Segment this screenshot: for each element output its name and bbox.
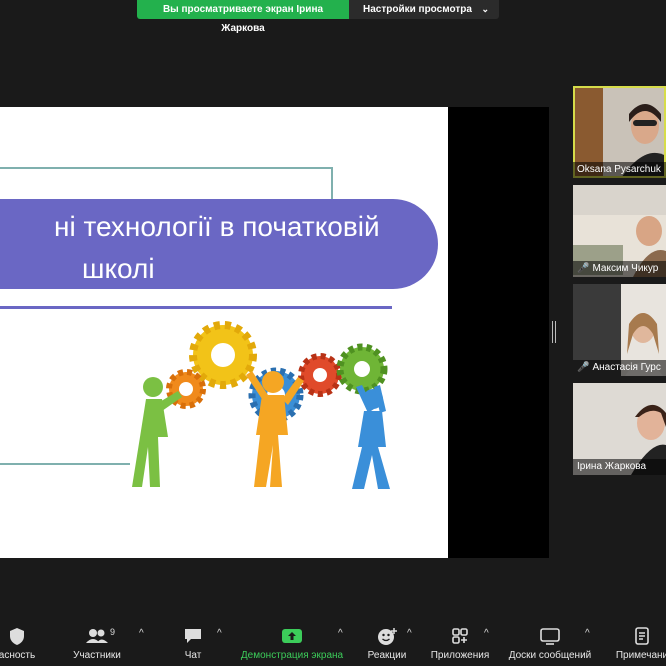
whiteboards-label: Доски сообщений	[508, 650, 592, 661]
mic-muted-icon: 🎤	[577, 263, 590, 274]
gears-teamwork-illustration	[132, 321, 390, 489]
people-icon	[86, 629, 108, 643]
security-label: асность	[0, 650, 36, 661]
participant-tile[interactable]: Oksana Pysarchuk	[573, 86, 666, 178]
slide-title-line1: ні технології в початковій	[54, 211, 380, 242]
participant-tile[interactable]: 🎤 Максим Чикур	[573, 185, 666, 277]
shield-icon	[10, 628, 24, 645]
apps-icon	[452, 628, 468, 644]
share-screen-label: Демонстрация экрана	[240, 650, 344, 661]
participants-label: Участники	[73, 650, 121, 661]
participant-name: Анастасія Гурс	[592, 362, 661, 373]
participant-tile[interactable]: 🎤 Анастасія Гурс	[573, 284, 666, 376]
reactions-options-caret[interactable]: ^	[407, 628, 412, 639]
slide-title-underline	[0, 306, 392, 309]
blue-figure	[352, 385, 390, 489]
participant-name-row: 🎤 Анастасія Гурс	[573, 360, 666, 376]
splitter-handle[interactable]	[552, 321, 556, 343]
participants-count: 9	[110, 627, 116, 637]
reactions-button[interactable]: Реакции	[366, 626, 408, 661]
chat-options-caret[interactable]: ^	[217, 628, 222, 639]
reactions-label: Реакции	[367, 650, 407, 661]
participant-name-row: 🎤 Максим Чикур	[573, 261, 666, 277]
notes-button[interactable]: Примечани	[612, 626, 666, 661]
viewing-screen-label: Вы просматриваете экран Ірина Жаркова	[137, 0, 349, 34]
share-screen-icon	[282, 629, 302, 643]
green-gear-icon	[336, 343, 388, 395]
participant-name: Максим Чикур	[592, 263, 659, 274]
chevron-down-icon: ⌄	[481, 4, 489, 14]
apps-options-caret[interactable]: ^	[484, 628, 489, 639]
whiteboards-options-caret[interactable]: ^	[585, 628, 590, 639]
screen-share-banner: Вы просматриваете экран Ірина Жаркова На…	[137, 0, 499, 34]
participant-name: Oksana Pysarchuk	[573, 162, 666, 178]
mic-muted-icon: 🎤	[577, 362, 590, 373]
whiteboard-icon	[540, 628, 560, 645]
apps-button[interactable]: Приложения	[428, 626, 492, 661]
notes-label: Примечани	[615, 650, 666, 661]
participants-options-caret[interactable]: ^	[139, 628, 144, 639]
chat-label: Чат	[184, 650, 202, 661]
participants-button[interactable]: Участники	[70, 626, 124, 661]
security-button[interactable]: асность	[0, 626, 38, 661]
red-gear-icon	[298, 353, 342, 397]
yellow-gear-icon	[189, 321, 257, 389]
meeting-toolbar: асность Участники 9 ^ Чат ^ Демонстрация…	[0, 618, 666, 666]
notes-icon	[635, 627, 649, 645]
chat-bubble-icon	[185, 629, 201, 643]
apps-label: Приложения	[430, 650, 490, 661]
green-figure	[132, 377, 182, 487]
whiteboards-button[interactable]: Доски сообщений	[505, 626, 595, 661]
presentation-slide: ні технології в початковій школі	[0, 107, 448, 558]
participant-tile[interactable]: Ірина Жаркова	[573, 383, 666, 475]
participant-name: Ірина Жаркова	[573, 459, 666, 475]
chat-button[interactable]: Чат	[178, 626, 208, 661]
view-settings-button[interactable]: Настройки просмотра ⌄	[349, 0, 499, 19]
share-options-caret[interactable]: ^	[338, 628, 343, 639]
share-screen-button[interactable]: Демонстрация экрана	[238, 626, 346, 661]
slide-title-line2: школі	[82, 253, 155, 284]
view-settings-label: Настройки просмотра	[363, 4, 472, 15]
slide-frame-bottom	[0, 307, 130, 465]
emoji-icon	[378, 628, 397, 645]
